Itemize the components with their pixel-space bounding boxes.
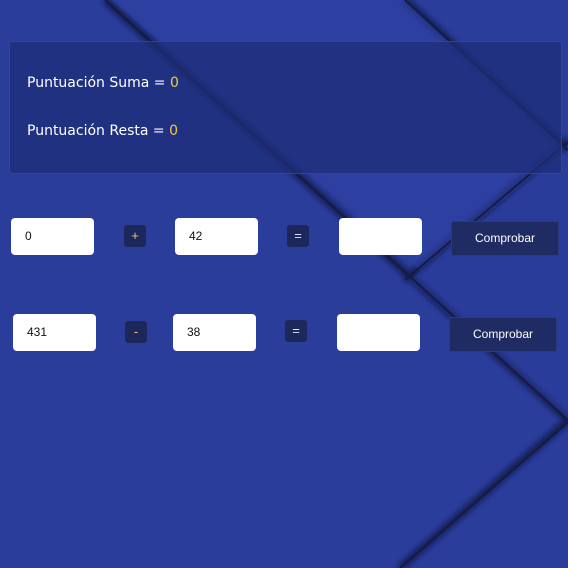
minus-operator: - <box>125 321 147 343</box>
subtraction-operand-a: 431 <box>13 314 96 351</box>
plus-operator: + <box>124 225 146 247</box>
subtraction-operand-b: 38 <box>173 314 256 351</box>
subtraction-score-text: Puntuación Resta = 0 <box>27 123 178 139</box>
sum-score-text: Puntuación Suma = 0 <box>27 75 179 91</box>
addition-operand-b: 42 <box>175 218 258 255</box>
subtraction-answer-input[interactable] <box>337 314 420 351</box>
subtraction-score-value: 0 <box>169 123 178 139</box>
subtraction-check-button[interactable]: Comprobar <box>449 317 557 352</box>
addition-operand-a: 0 <box>11 218 94 255</box>
addition-check-button[interactable]: Comprobar <box>451 221 559 256</box>
addition-equals-sign: = <box>287 225 309 247</box>
score-panel: Puntuación Suma = 0 Puntuación Resta = 0 <box>9 41 562 174</box>
addition-answer-input[interactable] <box>339 218 422 255</box>
sum-score-label: Puntuación Suma = <box>27 75 170 91</box>
subtraction-equals-sign: = <box>285 320 307 342</box>
subtraction-score-label: Puntuación Resta = <box>27 123 170 139</box>
sum-score-value: 0 <box>169 75 179 91</box>
